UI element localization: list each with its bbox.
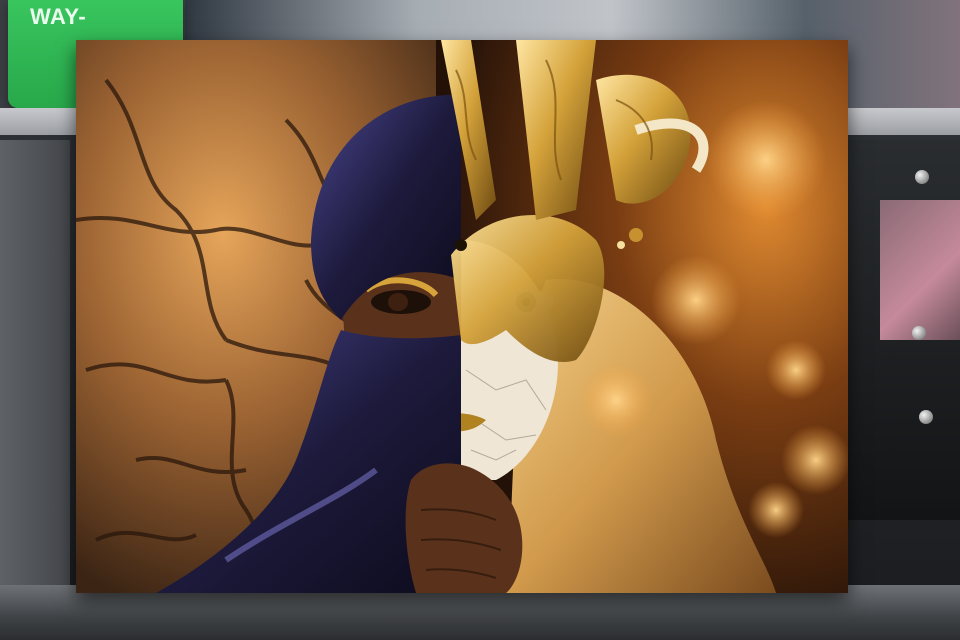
screw-icon xyxy=(912,326,926,340)
machine-left-panel xyxy=(0,140,70,590)
sign-text: WAY- xyxy=(30,4,87,29)
photo-print xyxy=(76,40,848,593)
photo-scene: WAY- xyxy=(0,0,960,640)
screw-icon xyxy=(915,170,929,184)
machine-window xyxy=(880,200,960,340)
print-artwork xyxy=(76,40,848,593)
machine-tray xyxy=(0,585,960,640)
screw-icon xyxy=(919,410,933,424)
